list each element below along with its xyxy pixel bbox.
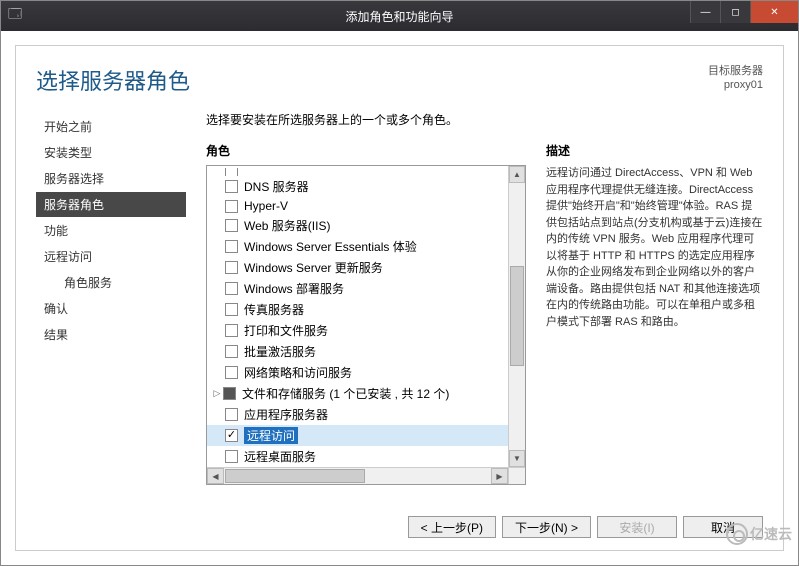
description-text: 远程访问通过 DirectAccess、VPN 和 Web 应用程序代理提供无缝… <box>546 165 763 330</box>
minimize-button[interactable]: — <box>690 1 720 23</box>
role-item-6[interactable]: 传真服务器 <box>207 299 508 320</box>
role-checkbox[interactable] <box>225 200 238 213</box>
role-item-9[interactable]: 网络策略和访问服务 <box>207 362 508 383</box>
scroll-left-button[interactable]: ◀ <box>207 468 224 484</box>
role-checkbox[interactable] <box>225 408 238 421</box>
role-item-13[interactable]: 远程桌面服务 <box>207 446 508 467</box>
role-checkbox[interactable] <box>225 366 238 379</box>
role-checkbox[interactable] <box>225 282 238 295</box>
role-label: Windows Server 更新服务 <box>244 259 383 276</box>
maximize-button[interactable]: ◻ <box>720 1 750 23</box>
role-item-truncated[interactable] <box>207 168 508 176</box>
role-checkbox[interactable] <box>225 345 238 358</box>
button-bar: < 上一步(P) 下一步(N) > 安装(I) 取消 <box>408 516 763 538</box>
role-item-2[interactable]: Web 服务器(IIS) <box>207 215 508 236</box>
role-label: 应用程序服务器 <box>244 406 328 423</box>
role-item-8[interactable]: 批量激活服务 <box>207 341 508 362</box>
role-item-4[interactable]: Windows Server 更新服务 <box>207 257 508 278</box>
server-label: 目标服务器 <box>708 64 763 78</box>
main-area: 开始之前安装类型服务器选择服务器角色功能远程访问角色服务确认结果 选择要安装在所… <box>16 106 783 485</box>
role-label: Windows 部署服务 <box>244 280 344 297</box>
watermark-icon <box>726 523 748 545</box>
role-label: 远程桌面服务 <box>244 448 316 465</box>
scroll-up-button[interactable]: ▲ <box>509 166 525 183</box>
role-checkbox[interactable] <box>225 324 238 337</box>
role-checkbox[interactable] <box>225 168 238 176</box>
window-title: 添加角色和功能向导 <box>345 8 453 25</box>
role-checkbox[interactable] <box>225 180 238 193</box>
sidebar-item-0[interactable]: 开始之前 <box>36 114 186 139</box>
role-item-0[interactable]: DNS 服务器 <box>207 176 508 197</box>
next-button[interactable]: 下一步(N) > <box>502 516 591 538</box>
role-label: 传真服务器 <box>244 301 304 318</box>
app-icon: 🗔 <box>1 5 29 27</box>
close-button[interactable]: ✕ <box>750 1 798 23</box>
expand-icon[interactable]: ▷ <box>211 388 223 399</box>
install-button: 安装(I) <box>597 516 677 538</box>
role-item-7[interactable]: 打印和文件服务 <box>207 320 508 341</box>
scrollbar-corner <box>508 467 525 484</box>
role-item-12[interactable]: 远程访问 <box>207 425 508 446</box>
role-label: Web 服务器(IIS) <box>244 217 330 234</box>
vertical-scrollbar[interactable]: ▲ ▼ <box>508 166 525 467</box>
role-label: 网络策略和访问服务 <box>244 364 352 381</box>
server-info: 目标服务器 proxy01 <box>708 64 763 93</box>
role-label: 文件和存储服务 (1 个已安装 , 共 12 个) <box>242 385 449 402</box>
roles-listbox: DNS 服务器 Hyper-V Web 服务器(IIS) Windows Server… <box>206 165 526 485</box>
sidebar-nav: 开始之前安装类型服务器选择服务器角色功能远程访问角色服务确认结果 <box>36 106 186 485</box>
role-checkbox[interactable] <box>225 240 238 253</box>
page-title: 选择服务器角色 <box>36 64 190 96</box>
watermark: 亿速云 <box>726 523 792 545</box>
sidebar-item-7[interactable]: 确认 <box>36 296 186 321</box>
role-item-10[interactable]: ▷ 文件和存储服务 (1 个已安装 , 共 12 个) <box>207 383 508 404</box>
role-checkbox[interactable] <box>225 429 238 442</box>
role-label: 打印和文件服务 <box>244 322 328 339</box>
right-area: 选择要安装在所选服务器上的一个或多个角色。 角色 DNS 服务器 Hyper-V W… <box>206 106 763 485</box>
role-checkbox[interactable] <box>225 219 238 232</box>
scroll-right-button[interactable]: ▶ <box>491 468 508 484</box>
sidebar-item-4[interactable]: 功能 <box>36 218 186 243</box>
roles-column: 角色 DNS 服务器 Hyper-V Web 服务器(IIS) Windows Ser… <box>206 142 526 485</box>
role-label: Windows Server Essentials 体验 <box>244 238 417 255</box>
instruction-text: 选择要安装在所选服务器上的一个或多个角色。 <box>206 111 763 128</box>
vertical-scroll-thumb[interactable] <box>510 266 524 366</box>
sidebar-item-3[interactable]: 服务器角色 <box>36 192 186 217</box>
sidebar-item-8[interactable]: 结果 <box>36 322 186 347</box>
previous-button[interactable]: < 上一步(P) <box>408 516 496 538</box>
header: 选择服务器角色 目标服务器 proxy01 <box>16 46 783 106</box>
role-label: Hyper-V <box>244 199 288 213</box>
role-checkbox[interactable] <box>225 261 238 274</box>
window-controls: — ◻ ✕ <box>690 1 798 23</box>
content-area: 选择服务器角色 目标服务器 proxy01 开始之前安装类型服务器选择服务器角色… <box>1 31 798 565</box>
role-checkbox[interactable] <box>225 303 238 316</box>
horizontal-scrollbar[interactable]: ◀ ▶ <box>207 467 508 484</box>
wizard-frame: 选择服务器角色 目标服务器 proxy01 开始之前安装类型服务器选择服务器角色… <box>15 45 784 551</box>
role-item-5[interactable]: Windows 部署服务 <box>207 278 508 299</box>
sidebar-item-1[interactable]: 安装类型 <box>36 140 186 165</box>
roles-list[interactable]: DNS 服务器 Hyper-V Web 服务器(IIS) Windows Server… <box>207 166 508 467</box>
horizontal-scroll-thumb[interactable] <box>225 469 365 483</box>
watermark-text: 亿速云 <box>750 524 792 544</box>
role-checkbox[interactable] <box>223 387 236 400</box>
role-checkbox[interactable] <box>225 450 238 463</box>
sidebar-item-2[interactable]: 服务器选择 <box>36 166 186 191</box>
server-name: proxy01 <box>708 78 763 92</box>
titlebar: 🗔 添加角色和功能向导 — ◻ ✕ <box>1 1 798 31</box>
sidebar-item-6[interactable]: 角色服务 <box>36 270 186 295</box>
scroll-down-button[interactable]: ▼ <box>509 450 525 467</box>
role-label: DNS 服务器 <box>244 178 309 195</box>
role-item-1[interactable]: Hyper-V <box>207 197 508 215</box>
roles-header: 角色 <box>206 142 526 159</box>
role-label: 批量激活服务 <box>244 343 316 360</box>
role-item-11[interactable]: 应用程序服务器 <box>207 404 508 425</box>
columns: 角色 DNS 服务器 Hyper-V Web 服务器(IIS) Windows Ser… <box>206 142 763 485</box>
role-item-3[interactable]: Windows Server Essentials 体验 <box>207 236 508 257</box>
description-column: 描述 远程访问通过 DirectAccess、VPN 和 Web 应用程序代理提… <box>546 142 763 485</box>
description-header: 描述 <box>546 142 763 159</box>
role-label: 远程访问 <box>244 427 298 444</box>
sidebar-item-5[interactable]: 远程访问 <box>36 244 186 269</box>
